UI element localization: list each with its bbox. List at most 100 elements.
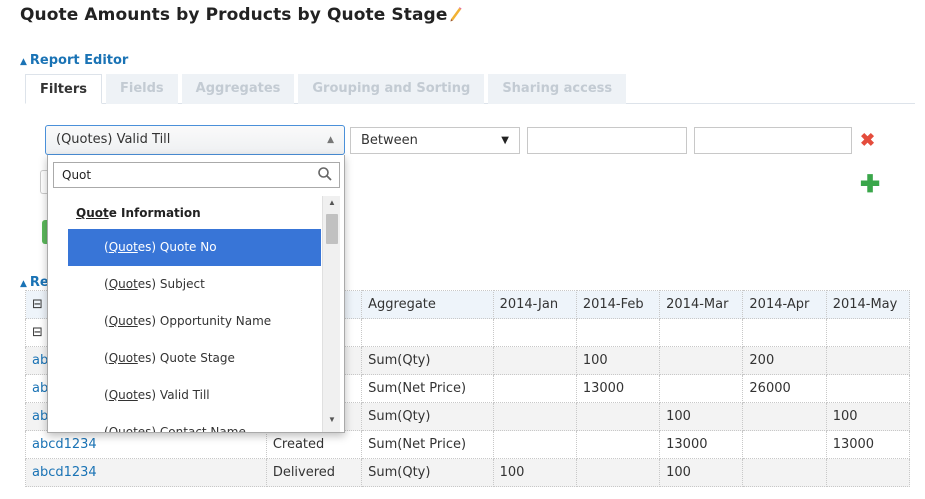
product-link[interactable]: abcd1234	[32, 437, 97, 452]
dropdown-option[interactable]: (Quotes) Opportunity Name	[68, 303, 321, 340]
option-post: es) Contact Name	[137, 425, 246, 433]
value-cell	[825, 318, 911, 347]
filter-operator-value: Between	[361, 133, 418, 148]
value-cell	[492, 430, 577, 459]
value-cell	[492, 346, 577, 375]
remove-icon[interactable]: ✖	[860, 131, 875, 149]
value-cell	[825, 458, 911, 487]
value-cell	[575, 402, 661, 431]
value-cell: 200	[742, 346, 827, 375]
aggregate-cell	[361, 318, 494, 347]
report-editor-label: Report Editor	[29, 53, 129, 68]
option-match: Quot	[108, 425, 138, 433]
value-cell: 100	[825, 402, 911, 431]
filter-operator-select[interactable]: Between ▼	[350, 127, 520, 154]
group-rest: e Information	[108, 206, 201, 220]
value-cell: 13000	[659, 430, 744, 459]
option-match: Quot	[108, 351, 138, 365]
value-cell	[575, 318, 661, 347]
filter-value-from-input[interactable]	[527, 127, 687, 154]
header-month: 2014-Jan	[492, 290, 577, 319]
stage-cell: Delivered	[265, 458, 363, 487]
value-cell	[492, 374, 577, 403]
value-cell: 100	[492, 458, 577, 487]
table-row: abcd1234 Delivered Sum(Qty) 100 100	[25, 458, 911, 487]
tab-grouping-sorting[interactable]: Grouping and Sorting	[298, 74, 485, 104]
search-icon	[318, 167, 332, 181]
field-dropdown: Quot Quote Information (Quotes) Quote No…	[47, 155, 345, 433]
aggregate-cell: Sum(Qty)	[361, 458, 494, 487]
value-cell: 13000	[575, 374, 661, 403]
chevron-down-icon: ▼	[501, 135, 509, 146]
value-cell	[825, 346, 911, 375]
dropdown-options: Quote Information (Quotes) Quote No (Quo…	[48, 197, 321, 433]
filter-field-select[interactable]: (Quotes) Valid Till ▲	[45, 125, 345, 155]
dropdown-search-input[interactable]: Quot	[53, 162, 340, 188]
add-icon[interactable]: ✚	[860, 173, 880, 197]
triangle-up-icon: ▲	[327, 135, 334, 145]
results-toggle-label: Re	[29, 275, 49, 290]
aggregate-cell: Sum(Qty)	[361, 346, 494, 375]
results-toggle[interactable]: ▲ Re	[20, 275, 49, 290]
option-match: Quot	[108, 388, 138, 402]
page-title-text: Quote Amounts by Products by Quote Stage	[20, 5, 448, 25]
value-cell	[659, 374, 744, 403]
aggregate-cell: Sum(Net Price)	[361, 374, 494, 403]
aggregate-cell: Sum(Net Price)	[361, 430, 494, 459]
header-month: 2014-Mar	[659, 290, 744, 319]
value-cell: 13000	[825, 430, 911, 459]
product-link[interactable]: abcd1234	[32, 465, 97, 480]
option-group-label: Quote Information	[48, 197, 321, 229]
pencil-icon[interactable]	[448, 6, 463, 22]
header-month: 2014-Apr	[742, 290, 827, 319]
value-cell	[825, 374, 911, 403]
scroll-down-icon[interactable]: ▼	[323, 413, 341, 427]
dropdown-option[interactable]: (Quotes) Valid Till	[68, 377, 321, 414]
value-cell: 100	[575, 346, 661, 375]
tab-sharing-access[interactable]: Sharing access	[488, 74, 627, 104]
value-cell	[742, 402, 827, 431]
table-row: abcd1234 Created Sum(Net Price) 13000 13…	[25, 430, 911, 459]
dropdown-option[interactable]: (Quotes) Contact Name	[68, 414, 321, 433]
option-post: es) Quote No	[137, 240, 217, 254]
option-match: Quot	[108, 277, 138, 291]
tab-aggregates[interactable]: Aggregates	[181, 74, 295, 104]
value-cell: 100	[659, 402, 744, 431]
option-post: es) Valid Till	[137, 388, 210, 402]
editor-tabs: Filters Fields Aggregates Grouping and S…	[25, 74, 627, 104]
value-cell	[575, 430, 661, 459]
value-cell	[659, 318, 744, 347]
header-month: 2014-May	[825, 290, 911, 319]
filter-value-to-input[interactable]	[694, 127, 852, 154]
stage-cell: Created	[265, 430, 363, 459]
value-cell	[659, 346, 744, 375]
value-cell	[742, 430, 827, 459]
dropdown-scrollbar[interactable]: ▲ ▼	[322, 196, 341, 432]
scroll-up-icon[interactable]: ▲	[323, 196, 341, 210]
value-cell	[575, 458, 661, 487]
report-editor-toggle[interactable]: ▲ Report Editor	[20, 53, 128, 68]
dropdown-option[interactable]: (Quotes) Quote Stage	[68, 340, 321, 377]
value-cell: 100	[659, 458, 744, 487]
tab-fields[interactable]: Fields	[105, 74, 178, 104]
triangle-up-icon: ▲	[20, 279, 27, 289]
option-match: Quot	[108, 240, 138, 254]
tab-filters[interactable]: Filters	[25, 74, 102, 104]
value-cell	[492, 402, 577, 431]
page-title: Quote Amounts by Products by Quote Stage	[20, 5, 463, 25]
triangle-up-icon: ▲	[20, 57, 27, 67]
value-cell	[492, 318, 577, 347]
option-match: Quot	[108, 314, 138, 328]
product-link-cell: abcd1234	[25, 458, 267, 487]
filter-field-value: (Quotes) Valid Till	[56, 132, 171, 147]
header-month: 2014-Feb	[575, 290, 661, 319]
aggregate-cell: Sum(Qty)	[361, 402, 494, 431]
scrollbar-thumb[interactable]	[326, 214, 338, 244]
dropdown-option[interactable]: (Quotes) Subject	[68, 266, 321, 303]
value-cell: 26000	[742, 374, 827, 403]
product-link-cell: abcd1234	[25, 430, 267, 459]
header-aggregate: Aggregate	[361, 290, 494, 319]
dropdown-search-value: Quot	[62, 168, 92, 182]
dropdown-option[interactable]: (Quotes) Quote No	[68, 229, 321, 266]
option-post: es) Subject	[137, 277, 205, 291]
